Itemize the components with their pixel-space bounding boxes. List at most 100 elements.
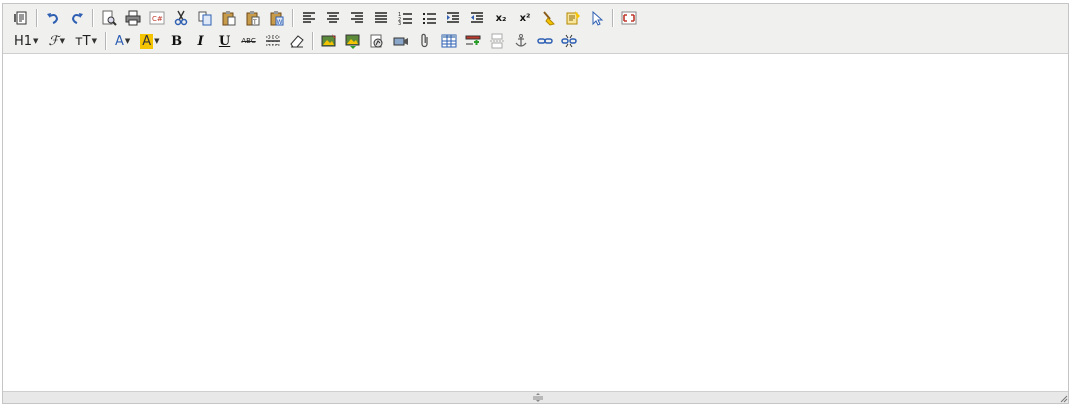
heading-dropdown[interactable]: H1 ▼ bbox=[10, 31, 42, 51]
align-center-button[interactable] bbox=[323, 8, 343, 28]
multi-image-icon bbox=[345, 34, 360, 49]
print-icon bbox=[125, 10, 141, 26]
horizontal-rule-icon bbox=[265, 35, 280, 47]
paste-word-button[interactable]: W bbox=[267, 8, 287, 28]
align-right-icon bbox=[351, 12, 363, 23]
image-icon bbox=[321, 34, 336, 47]
insert-row-button[interactable] bbox=[463, 31, 483, 51]
chevron-down-icon: ▼ bbox=[91, 37, 97, 45]
italic-label: I bbox=[197, 33, 204, 49]
editor-content-area[interactable] bbox=[3, 54, 1068, 393]
redo-icon bbox=[71, 13, 83, 24]
svg-text:C#: C# bbox=[152, 15, 163, 23]
source-code-button[interactable] bbox=[11, 8, 31, 28]
insert-table-button[interactable] bbox=[439, 31, 459, 51]
underline-label: U bbox=[218, 33, 231, 49]
multi-image-button[interactable] bbox=[343, 31, 363, 51]
align-justify-button[interactable] bbox=[371, 8, 391, 28]
toolbar-separator bbox=[311, 32, 314, 50]
toolbar-separator bbox=[92, 9, 94, 27]
resize-corner-icon[interactable] bbox=[1058, 393, 1068, 403]
cut-button[interactable] bbox=[171, 8, 191, 28]
font-size-label: ᴛT bbox=[75, 33, 91, 49]
horizontal-rule-button[interactable] bbox=[263, 31, 283, 51]
toolbar-row-1: C# T W 1 2 3 x₂ x² bbox=[9, 7, 641, 29]
unlink-button[interactable] bbox=[559, 31, 579, 51]
redo-button[interactable] bbox=[67, 8, 87, 28]
template-button[interactable] bbox=[563, 8, 583, 28]
chevron-down-icon: ▼ bbox=[59, 37, 66, 45]
paste-icon bbox=[222, 11, 236, 26]
rich-text-editor: C# T W 1 2 3 x₂ x² H1 ▼ ℱ ▼ ᴛT ▼ A ▼ A ▼… bbox=[2, 3, 1069, 404]
align-right-button[interactable] bbox=[347, 8, 367, 28]
svg-text:T: T bbox=[252, 19, 257, 26]
copy-icon bbox=[198, 11, 212, 26]
copy-button[interactable] bbox=[195, 8, 215, 28]
indent-button[interactable] bbox=[443, 8, 463, 28]
toolbar-row-2: H1 ▼ ℱ ▼ ᴛT ▼ A ▼ A ▼ B I U ABC bbox=[9, 30, 581, 52]
svg-text:W: W bbox=[277, 19, 283, 26]
template-icon bbox=[566, 11, 580, 25]
undo-icon bbox=[47, 13, 59, 24]
outdent-button[interactable] bbox=[467, 8, 487, 28]
select-all-button[interactable] bbox=[587, 8, 607, 28]
link-button[interactable] bbox=[535, 31, 555, 51]
preview-icon bbox=[102, 10, 117, 26]
clean-format-button[interactable] bbox=[539, 8, 559, 28]
superscript-button[interactable]: x² bbox=[515, 8, 535, 28]
strikethrough-button[interactable]: ABC bbox=[239, 31, 259, 51]
toolbar-separator bbox=[36, 9, 38, 27]
bold-button[interactable]: B bbox=[167, 31, 187, 51]
unlink-icon bbox=[560, 34, 577, 48]
anchor-button[interactable] bbox=[511, 31, 531, 51]
flash-icon bbox=[370, 34, 383, 48]
font-family-dropdown[interactable]: ℱ ▼ bbox=[44, 31, 69, 51]
anchor-icon bbox=[515, 34, 527, 47]
preview-button[interactable] bbox=[99, 8, 119, 28]
align-justify-icon bbox=[375, 12, 387, 23]
heading-label: H1 bbox=[14, 33, 33, 49]
chevron-down-icon: ▼ bbox=[154, 37, 160, 45]
remove-format-button[interactable] bbox=[287, 31, 307, 51]
paperclip-icon bbox=[420, 33, 428, 48]
ordered-list-button[interactable]: 123 bbox=[395, 8, 415, 28]
toolbar-separator bbox=[612, 9, 614, 27]
font-color-label: A bbox=[114, 33, 124, 49]
paste-button[interactable] bbox=[219, 8, 239, 28]
underline-button[interactable]: U bbox=[215, 31, 235, 51]
chevron-down-icon: ▼ bbox=[33, 37, 39, 45]
italic-button[interactable]: I bbox=[191, 31, 211, 51]
bullet-list-button[interactable] bbox=[419, 8, 439, 28]
font-family-label: ℱ bbox=[48, 33, 59, 49]
page-break-button[interactable] bbox=[487, 31, 507, 51]
code-snippet-icon: C# bbox=[149, 11, 165, 25]
bullet-list-icon bbox=[423, 13, 436, 24]
paste-word-icon: W bbox=[270, 11, 284, 26]
cursor-icon bbox=[592, 10, 604, 26]
bold-label: B bbox=[171, 33, 183, 49]
align-left-button[interactable] bbox=[299, 8, 319, 28]
toolbar-separator bbox=[292, 9, 294, 27]
chevron-down-icon: ▼ bbox=[124, 37, 131, 45]
code-snippet-button[interactable]: C# bbox=[147, 8, 167, 28]
print-button[interactable] bbox=[123, 8, 143, 28]
font-size-dropdown[interactable]: ᴛT ▼ bbox=[71, 31, 101, 51]
insert-row-icon bbox=[465, 35, 481, 45]
insert-image-button[interactable] bbox=[319, 31, 339, 51]
undo-button[interactable] bbox=[43, 8, 63, 28]
broom-icon bbox=[543, 11, 555, 26]
scissors-icon bbox=[174, 10, 188, 26]
svg-text:3: 3 bbox=[398, 21, 401, 26]
media-button[interactable] bbox=[391, 31, 411, 51]
attachment-button[interactable] bbox=[415, 31, 435, 51]
paste-text-icon: T bbox=[246, 11, 260, 26]
flash-button[interactable] bbox=[367, 31, 387, 51]
background-color-dropdown[interactable]: A ▼ bbox=[136, 31, 163, 51]
resize-grip-icon[interactable] bbox=[530, 393, 546, 402]
font-color-dropdown[interactable]: A ▼ bbox=[111, 31, 134, 51]
fullscreen-button[interactable] bbox=[619, 8, 639, 28]
subscript-button[interactable]: x₂ bbox=[491, 8, 511, 28]
paste-text-button[interactable]: T bbox=[243, 8, 263, 28]
video-icon bbox=[393, 37, 408, 46]
editor-statusbar bbox=[3, 391, 1068, 403]
